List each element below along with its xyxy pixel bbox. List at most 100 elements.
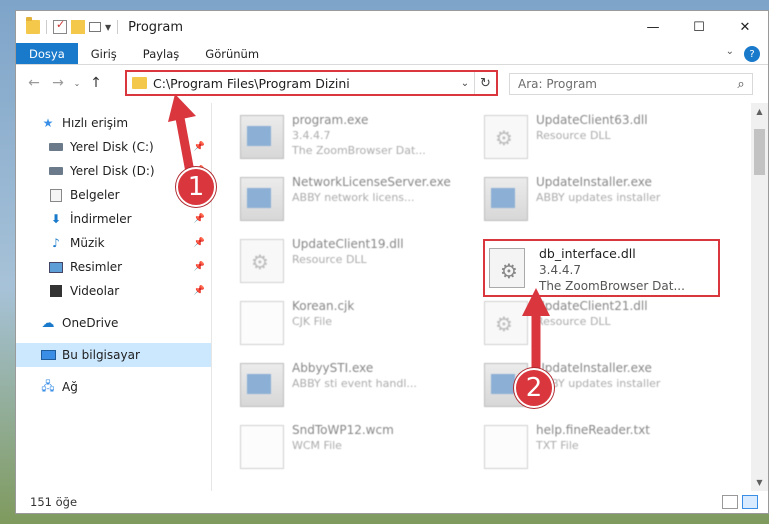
- sidebar-item-local-disk-c[interactable]: Yerel Disk (C:) 📌: [16, 135, 211, 159]
- sidebar-item-label: Videolar: [70, 284, 120, 298]
- file-name: SndToWP12.wcm: [292, 423, 394, 437]
- tab-view[interactable]: Görünüm: [192, 43, 272, 64]
- vertical-scrollbar[interactable]: ▲ ▼: [751, 103, 768, 491]
- file-name: Korean.cjk: [292, 299, 355, 313]
- file-tile[interactable]: SndToWP12.wcm WCM File: [240, 421, 485, 479]
- file-type: WCM File: [292, 439, 342, 452]
- file-tile[interactable]: AbbyySTI.exe ABBY sti event handl...: [240, 359, 485, 417]
- sidebar-item-label: Resimler: [70, 260, 123, 274]
- tab-file[interactable]: Dosya: [16, 43, 78, 64]
- title-bar: ▼ Program — ☐ ✕: [16, 11, 768, 43]
- dll-file-icon: [484, 115, 528, 159]
- search-input[interactable]: Ara: Program: [518, 77, 730, 91]
- file-description: ABBY updates installer: [536, 377, 661, 390]
- search-box[interactable]: Ara: Program ⌕: [509, 73, 753, 95]
- up-arrow-icon[interactable]: ↑: [84, 75, 108, 91]
- file-name: help.fineReader.txt: [536, 423, 650, 437]
- search-icon[interactable]: ⌕: [730, 77, 752, 92]
- step-badge-1: 1: [176, 167, 216, 207]
- content-area: ★ Hızlı erişim Yerel Disk (C:) 📌 Yerel D…: [16, 103, 768, 491]
- pin-icon[interactable]: 📌: [194, 238, 205, 248]
- sidebar-item-quick-access[interactable]: ★ Hızlı erişim: [16, 111, 211, 135]
- scroll-up-icon[interactable]: ▲: [751, 103, 768, 120]
- sidebar-item-videos[interactable]: Videolar 📌: [16, 279, 211, 303]
- file-type: Resource DLL: [292, 253, 367, 266]
- file-name: UpdateInstaller.exe: [536, 175, 652, 189]
- help-icon[interactable]: ?: [744, 46, 760, 62]
- file-tile[interactable]: NetworkLicenseServer.exe ABBY network li…: [240, 173, 485, 231]
- file-description: ABBY network licens...: [292, 191, 415, 204]
- sidebar-item-label: Bu bilgisayar: [62, 348, 140, 362]
- sidebar-item-downloads[interactable]: ⬇ İndirmeler 📌: [16, 207, 211, 231]
- pin-icon[interactable]: 📌: [194, 142, 205, 152]
- properties-icon[interactable]: [53, 18, 67, 34]
- dll-file-icon: [484, 301, 528, 345]
- close-button[interactable]: ✕: [722, 11, 768, 43]
- tiles-view-icon[interactable]: [742, 495, 758, 509]
- toolbar-divider: [46, 20, 47, 34]
- folder-icon: [132, 77, 147, 89]
- pictures-icon: [48, 260, 64, 274]
- pin-icon[interactable]: 📌: [194, 214, 205, 224]
- sidebar-item-label: Yerel Disk (C:): [70, 140, 154, 154]
- step-badge-2: 2: [514, 368, 554, 408]
- dll-file-icon: [489, 248, 525, 288]
- customize-toolbar-icon[interactable]: [89, 22, 101, 32]
- minimize-button[interactable]: —: [630, 11, 676, 43]
- file-tile[interactable]: UpdateClient21.dll Resource DLL: [484, 297, 729, 355]
- sidebar-item-music[interactable]: ♪ Müzik 📌: [16, 231, 211, 255]
- file-name: db_interface.dll: [539, 245, 636, 261]
- file-list: program.exe 3.4.4.7 The ZoomBrowser Dat.…: [212, 103, 768, 491]
- pin-icon[interactable]: 📌: [194, 262, 205, 272]
- documents-icon: [48, 188, 64, 202]
- highlighted-file-tile[interactable]: db_interface.dll 3.4.4.7 The ZoomBrowser…: [483, 239, 720, 297]
- file-tile[interactable]: UpdateClient63.dll Resource DLL: [484, 111, 729, 169]
- file-tile[interactable]: help.fineReader.txt TXT File: [484, 421, 729, 479]
- file-version: 3.4.4.7: [292, 129, 331, 142]
- address-dropdown-icon[interactable]: ⌄: [456, 78, 474, 89]
- sidebar-item-network[interactable]: 🖧 Ağ: [16, 375, 211, 399]
- quick-access-toolbar: ▼: [16, 17, 120, 34]
- window-title: Program: [128, 19, 184, 35]
- maximize-button[interactable]: ☐: [676, 11, 722, 43]
- file-tile[interactable]: UpdateInstaller.exe ABBY updates install…: [484, 173, 729, 231]
- tab-home[interactable]: Giriş: [78, 43, 130, 64]
- address-bar[interactable]: C:\Program Files\Program Dizini ⌄ ↻: [125, 70, 498, 96]
- executable-file-icon: [240, 115, 284, 159]
- sidebar-item-this-pc[interactable]: Bu bilgisayar: [16, 343, 211, 367]
- executable-file-icon: [484, 177, 528, 221]
- file-tile[interactable]: Korean.cjk CJK File: [240, 297, 485, 355]
- file-type: CJK File: [292, 315, 333, 328]
- file-name: UpdateClient19.dll: [292, 237, 404, 251]
- network-icon: 🖧: [41, 378, 55, 393]
- scrollbar-thumb[interactable]: [754, 129, 765, 175]
- new-folder-icon[interactable]: [71, 20, 85, 34]
- file-tile[interactable]: program.exe 3.4.4.7 The ZoomBrowser Dat.…: [240, 111, 485, 169]
- forward-arrow-icon[interactable]: →: [46, 75, 70, 91]
- sidebar-item-label: OneDrive: [62, 316, 119, 330]
- expand-ribbon-icon[interactable]: ⌄: [726, 46, 734, 57]
- explorer-window: ▼ Program — ☐ ✕ Dosya Giriş Paylaş Görün…: [15, 10, 769, 514]
- file-type: TXT File: [536, 439, 579, 452]
- recent-locations-chevron-icon[interactable]: ⌄: [70, 79, 84, 88]
- folder-icon: [26, 17, 40, 34]
- back-arrow-icon[interactable]: ←: [22, 75, 46, 91]
- sidebar-item-label: İndirmeler: [70, 212, 132, 226]
- music-icon: ♪: [52, 236, 60, 250]
- download-icon: ⬇: [50, 212, 62, 226]
- file-type: Resource DLL: [536, 315, 611, 328]
- sidebar-item-onedrive[interactable]: ☁ OneDrive: [16, 311, 211, 335]
- pin-icon[interactable]: 📌: [194, 286, 205, 296]
- file-tile[interactable]: UpdateClient19.dll Resource DLL: [240, 235, 485, 293]
- file-name: UpdateInstaller.exe: [536, 361, 652, 375]
- details-view-icon[interactable]: [722, 495, 738, 509]
- refresh-icon[interactable]: ↻: [474, 72, 496, 94]
- chevron-down-icon[interactable]: ▼: [105, 23, 111, 32]
- ribbon-tabs: Dosya Giriş Paylaş Görünüm ⌄ ?: [16, 43, 768, 65]
- file-name: AbbyySTI.exe: [292, 361, 374, 375]
- tab-share[interactable]: Paylaş: [130, 43, 193, 64]
- sidebar-item-pictures[interactable]: Resimler 📌: [16, 255, 211, 279]
- scroll-down-icon[interactable]: ▼: [751, 474, 768, 491]
- file-type: Resource DLL: [536, 129, 611, 142]
- address-path[interactable]: C:\Program Files\Program Dizini: [153, 76, 456, 91]
